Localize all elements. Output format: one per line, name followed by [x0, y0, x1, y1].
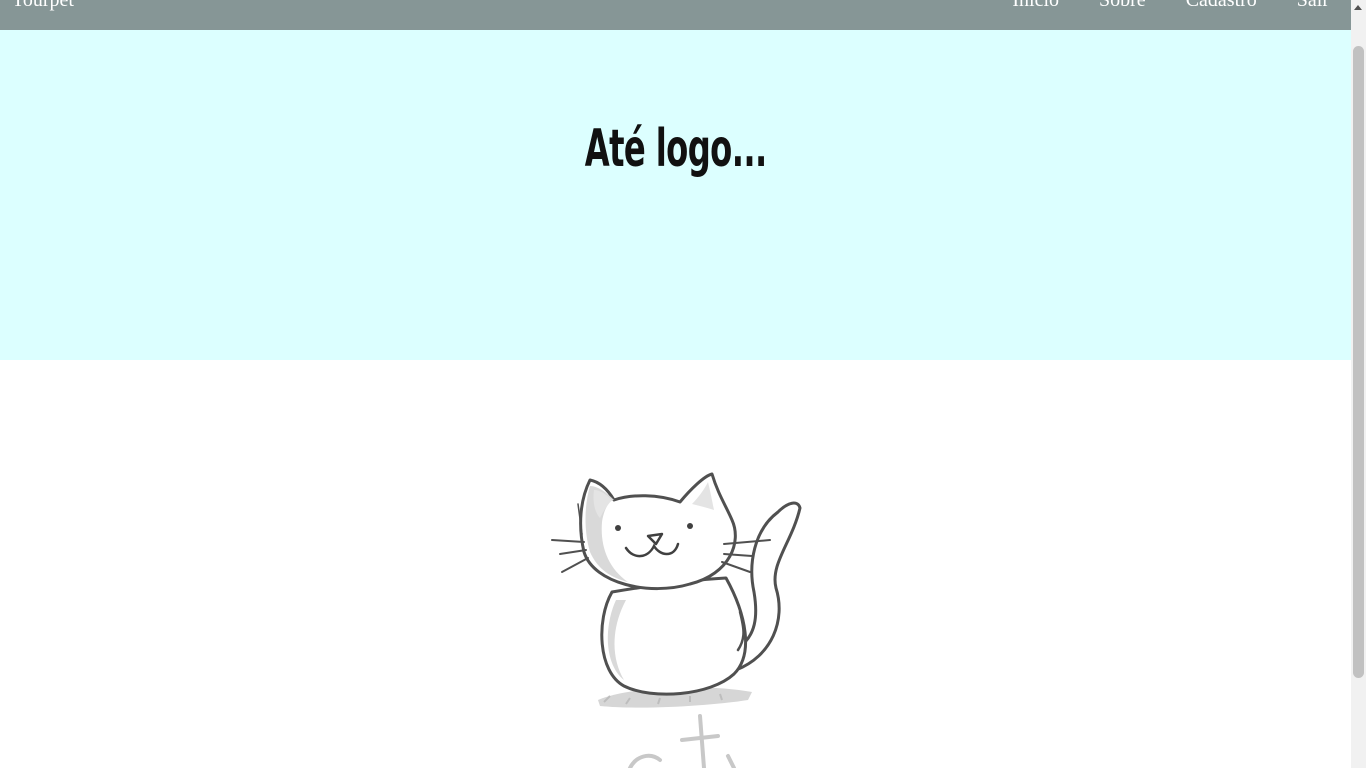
- scroll-up-arrow-icon[interactable]: [1354, 5, 1362, 10]
- hero-section: Até logo...: [0, 30, 1351, 360]
- vertical-scrollbar[interactable]: [1351, 0, 1366, 768]
- top-navbar: Tourpet Início Sobre Cadastro Sair: [0, 0, 1351, 30]
- scroll-thumb[interactable]: [1353, 46, 1364, 678]
- brand-link[interactable]: Tourpet: [12, 0, 74, 12]
- nav-link-sair[interactable]: Sair: [1297, 0, 1329, 12]
- cartoon-cat-icon: [540, 460, 820, 768]
- nav-links: Início Sobre Cadastro Sair: [972, 0, 1329, 12]
- nav-link-sobre[interactable]: Sobre: [1099, 0, 1146, 12]
- nav-link-inicio[interactable]: Início: [1012, 0, 1059, 12]
- nav-link-cadastro[interactable]: Cadastro: [1186, 0, 1257, 12]
- page-title: Até logo...: [584, 119, 767, 179]
- page: Tourpet Início Sobre Cadastro Sair Até l…: [0, 0, 1351, 768]
